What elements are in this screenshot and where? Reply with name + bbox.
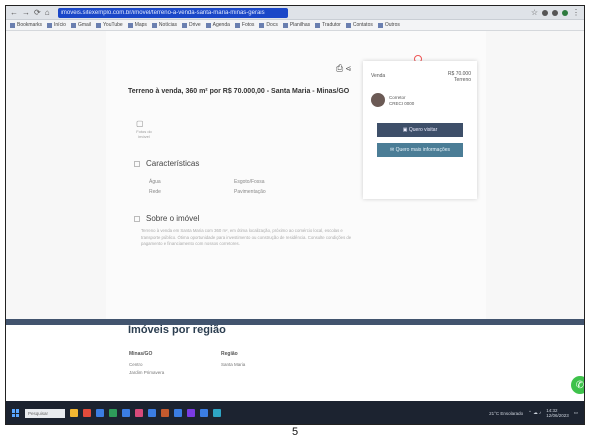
app-icon[interactable]	[122, 409, 130, 417]
bookmark[interactable]: YouTube	[96, 22, 123, 28]
listing-price: R$ 70.000 Terreno	[447, 71, 471, 83]
region-column-head: Minas/GO	[129, 351, 153, 357]
region-link[interactable]: Centro	[129, 362, 143, 367]
photo-label: Fotos do imóvel	[136, 129, 152, 139]
about-text: Terreno à venda em Santa Maria com 360 m…	[141, 228, 352, 246]
bookmarks-bar: Bookmarks Início Gmail YouTube Maps Notí…	[6, 20, 584, 31]
app-icon[interactable]	[83, 409, 91, 417]
taskbar: Pesquisar 21°C Ensolarado ⌃ ☁ ♪ 14:32 12…	[6, 401, 584, 424]
bookmark[interactable]: Outros	[377, 22, 400, 28]
app-icon[interactable]	[187, 409, 195, 417]
profile-icon[interactable]	[562, 9, 568, 16]
app-icon[interactable]	[96, 409, 104, 417]
bookmark[interactable]: Notícias	[151, 22, 177, 28]
back-icon[interactable]: ←	[10, 8, 18, 18]
bookmark[interactable]: Drive	[181, 22, 201, 28]
feature-label: Rede	[149, 189, 161, 195]
bookmark[interactable]: Tradutor	[315, 22, 341, 28]
avatar	[371, 93, 385, 107]
app-icon[interactable]	[213, 409, 221, 417]
about-heading[interactable]: Sobre o imóvel	[134, 214, 199, 223]
listing-title: Terreno à venda, 360 m² por R$ 70.000,00…	[128, 88, 350, 95]
bookmark[interactable]: Maps	[127, 22, 147, 28]
figure-caption: 5	[291, 426, 299, 438]
home-icon[interactable]: ⌂	[45, 8, 50, 18]
app-icon[interactable]	[161, 409, 169, 417]
notification-icon[interactable]: ▭	[574, 410, 578, 416]
bookmark[interactable]: Fotos	[234, 22, 254, 28]
bookmark[interactable]: Docs	[259, 22, 278, 28]
app-icon[interactable]	[70, 409, 78, 417]
contact-card: Venda R$ 70.000 Terreno Corretor CRECI 0…	[363, 61, 477, 199]
bookmark[interactable]: Agenda	[205, 22, 230, 28]
app-icon[interactable]	[174, 409, 182, 417]
features-icon	[134, 160, 140, 167]
print-share-icon[interactable]: ⎙ ⋖	[336, 63, 351, 74]
app-icon[interactable]	[200, 409, 208, 417]
screenshot-frame: ← → ⟳ ⌂ imoveis.sitexemplo.com.br/imovel…	[5, 5, 585, 425]
feature-value: Pavimentação	[234, 189, 266, 195]
region-column-head: Região	[221, 351, 238, 357]
extension-icon[interactable]	[542, 9, 548, 16]
app-icon[interactable]	[109, 409, 117, 417]
region-link[interactable]: Jardim Primavera	[129, 370, 164, 375]
feature-value: Esgoto/Fossa	[234, 179, 265, 185]
bookmark[interactable]: Bookmarks	[10, 22, 42, 28]
listing-type: Venda	[371, 73, 386, 79]
windows-start-icon[interactable]	[12, 409, 20, 417]
app-icon[interactable]	[148, 409, 156, 417]
extension-icon[interactable]	[552, 9, 558, 16]
star-icon[interactable]: ☆	[531, 8, 538, 18]
weather-status[interactable]: 21°C Ensolarado	[489, 411, 523, 416]
bookmark[interactable]: Início	[47, 22, 66, 28]
region-link[interactable]: Santa Maria	[221, 362, 245, 367]
region-section	[6, 325, 584, 401]
address-bar-url: imoveis.sitexemplo.com.br/imovel/terreno…	[60, 9, 265, 16]
browser-actions: ☆ ⋮	[531, 8, 580, 18]
bookmark[interactable]: Contatos	[345, 22, 373, 28]
forward-icon[interactable]: →	[22, 8, 30, 18]
app-icon[interactable]	[135, 409, 143, 417]
web-page: ⎙ ⋖ Terreno à venda, 360 m² por R$ 70.00…	[6, 31, 584, 401]
whatsapp-icon[interactable]: ✆	[571, 376, 584, 394]
system-tray: 21°C Ensolarado ⌃ ☁ ♪ 14:32 12/06/2023 ▭	[489, 408, 578, 418]
clock[interactable]: 14:32 12/06/2023	[546, 408, 569, 418]
request-info-button[interactable]: ✉ Quero mais informações	[377, 143, 463, 157]
menu-icon[interactable]: ⋮	[572, 8, 580, 18]
bookmark[interactable]: Planilhas	[282, 22, 310, 28]
taskbar-search-input[interactable]: Pesquisar	[25, 408, 65, 418]
region-title: Imóveis por região	[128, 324, 226, 336]
address-bar[interactable]: imoveis.sitexemplo.com.br/imovel/terreno…	[57, 7, 288, 18]
about-icon	[134, 215, 140, 222]
agent-info[interactable]: Corretor CRECI 0000	[389, 95, 414, 107]
browser-toolbar: ← → ⟳ ⌂ imoveis.sitexemplo.com.br/imovel…	[6, 6, 584, 20]
bookmark[interactable]: Gmail	[70, 22, 91, 28]
schedule-visit-button[interactable]: ▣ Quero visitar	[377, 123, 463, 137]
feature-label: Água	[149, 179, 161, 185]
reload-icon[interactable]: ⟳	[34, 8, 41, 18]
tray-icons[interactable]: ⌃ ☁ ♪	[528, 410, 541, 416]
photo-icon[interactable]: ▢	[136, 119, 144, 128]
features-heading[interactable]: Características	[134, 159, 199, 168]
